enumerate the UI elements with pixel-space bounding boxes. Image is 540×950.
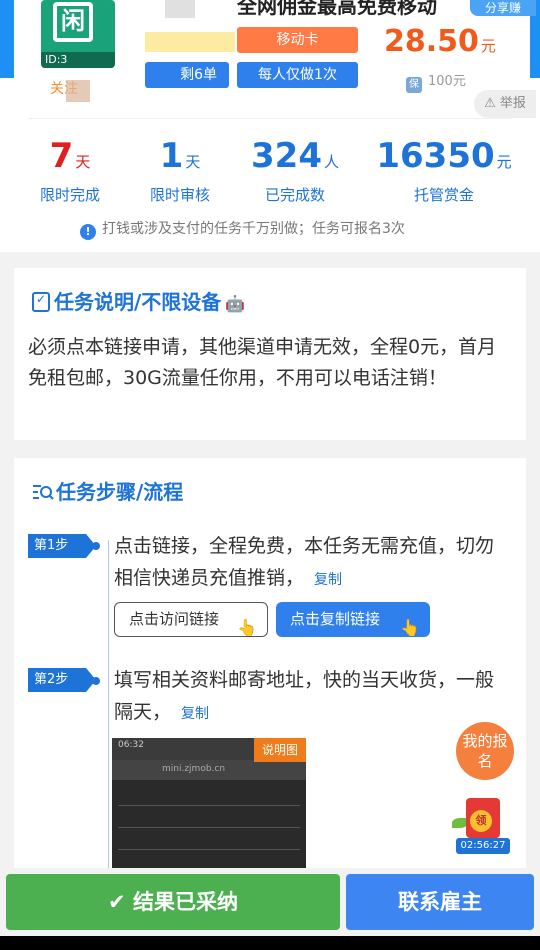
stat-complete-time: 7天 限时完成: [30, 136, 110, 205]
instruction-image-label: 说明图: [254, 738, 306, 762]
report-button[interactable]: ⚠ 举报: [474, 90, 536, 118]
stat-label: 托管赏金: [413, 186, 474, 204]
price-value: 28.50: [384, 24, 479, 59]
contact-employer-button[interactable]: 联系雇主: [346, 874, 534, 930]
description-heading-text: 任务说明/不限设备: [54, 290, 222, 314]
system-nav-bar: [0, 936, 540, 950]
step-text-1: 点击链接，全程免费，本任务无需充值，切勿相信快递员充值推销， 复制: [114, 530, 504, 596]
thumb-url: mini.zjmob.cn: [112, 760, 306, 780]
task-description-card: 任务说明/不限设备🤖 必须点本链接申请，其他渠道申请无效，全程0元，首月免租包邮…: [14, 268, 526, 440]
stat-value: 16350: [376, 136, 495, 176]
info-icon: !: [80, 224, 96, 240]
stat-value: 324: [251, 136, 322, 176]
redacted-mark: [66, 80, 90, 102]
user-id-label: ID:3: [41, 52, 115, 68]
step-2-text: 填写相关资料邮寄地址，快的当天收货，一般隔天，: [114, 669, 495, 723]
steps-heading-text: 任务步骤/流程: [56, 480, 184, 504]
android-icon: 🤖: [225, 294, 246, 313]
step-tag-2: 第2步: [28, 668, 96, 692]
thumb-row: [118, 832, 300, 850]
red-packet-button[interactable]: 领 02:56:27: [452, 796, 514, 856]
thumb-row: [118, 788, 300, 806]
step-dot: [92, 542, 100, 550]
logo-glyph: 闲: [53, 2, 93, 42]
coin-icon: 领: [470, 810, 492, 832]
stat-label: 限时完成: [39, 186, 100, 204]
tag-once-per-user: 每人仅做1次: [237, 62, 358, 88]
description-body: 必须点本链接申请，其他渠道申请无效，全程0元，首月免租包邮，30G流量任你用，不…: [28, 336, 497, 389]
deposit-info: 保 100元: [406, 70, 466, 93]
reward-price: 28.50 元: [384, 24, 496, 59]
stat-completed-count: 324 人 已完成数: [245, 136, 345, 205]
visit-link-label: 点击访问链接: [129, 610, 220, 628]
stat-unit: 天: [75, 153, 91, 171]
redacted-mark: [145, 32, 235, 52]
stat-value: 7: [49, 136, 74, 176]
step-tag-1: 第1步: [28, 534, 96, 558]
shield-icon: 保: [406, 77, 422, 93]
step-dot: [92, 677, 100, 685]
countdown-timer: 02:56:27: [456, 838, 510, 854]
stat-unit: 天: [185, 153, 201, 171]
share-earn-button[interactable]: 分享赚: [470, 0, 536, 16]
tag-remaining: 剩6单: [145, 62, 229, 88]
accepted-label: 结果已采纳: [132, 890, 238, 914]
bottom-action-bar: ✔ 结果已采纳 联系雇主: [0, 868, 540, 936]
copy-link[interactable]: 复制: [314, 572, 342, 588]
stat-review-time: 1天 限时审核: [135, 136, 225, 205]
copy-link-button[interactable]: 点击复制链接 👆: [276, 602, 430, 637]
task-header-card: 分享赚 闲 ID:3 关注 全网佣金最高免费移动 移动卡 剩6单 每人仅做1次 …: [0, 0, 540, 252]
step-text-2: 填写相关资料邮寄地址，快的当天收货，一般隔天， 复制: [114, 664, 504, 730]
timeline-line: [108, 540, 109, 878]
stat-escrow-reward: 16350 元 托管赏金: [376, 136, 512, 205]
header-accent-left: [0, 0, 14, 78]
task-title: 全网佣金最高免费移动: [237, 0, 437, 18]
clipboard-icon: [32, 292, 50, 312]
price-unit: 元: [480, 37, 496, 55]
description-heading: 任务说明/不限设备🤖: [32, 286, 249, 315]
check-icon: ✔: [108, 890, 133, 914]
copy-link-label: 点击复制链接: [290, 610, 381, 628]
stat-value: 1: [159, 136, 184, 176]
stat-unit: 人: [323, 153, 339, 171]
redacted-mark: [165, 0, 195, 18]
step-1-text: 点击链接，全程免费，本任务无需充值，切勿相信快递员充值推销，: [114, 535, 495, 589]
deposit-amount: 100元: [428, 74, 466, 89]
result-accepted-button[interactable]: ✔ 结果已采纳: [6, 874, 340, 930]
task-steps-card: 任务步骤/流程 第1步 点击链接，全程免费，本任务无需充值，切勿相信快递员充值推…: [14, 458, 526, 878]
pointer-hand-icon: 👆: [400, 618, 420, 637]
search-list-icon: [33, 485, 54, 500]
app-logo: 闲 ID:3: [41, 0, 115, 68]
copy-link[interactable]: 复制: [181, 706, 209, 722]
thumb-row: [118, 810, 300, 828]
stat-unit: 元: [496, 153, 512, 171]
warning-notice: ! 打钱或涉及支付的任务千万别做；任务可报名3次: [80, 218, 405, 240]
tag-mobile-card: 移动卡: [237, 27, 358, 53]
instruction-image[interactable]: 06:32 mini.zjmob.cn 说明图: [112, 738, 306, 878]
pointer-hand-icon: 👆: [237, 618, 257, 637]
stat-label: 限时审核: [149, 186, 210, 204]
steps-heading: 任务步骤/流程: [32, 476, 183, 505]
notice-text: 打钱或涉及支付的任务千万别做；任务可报名3次: [102, 221, 405, 237]
divider: [28, 118, 512, 119]
stat-label: 已完成数: [264, 186, 325, 204]
my-signup-button[interactable]: 我的报名: [456, 722, 514, 780]
visit-link-button[interactable]: 点击访问链接 👆: [114, 602, 268, 637]
